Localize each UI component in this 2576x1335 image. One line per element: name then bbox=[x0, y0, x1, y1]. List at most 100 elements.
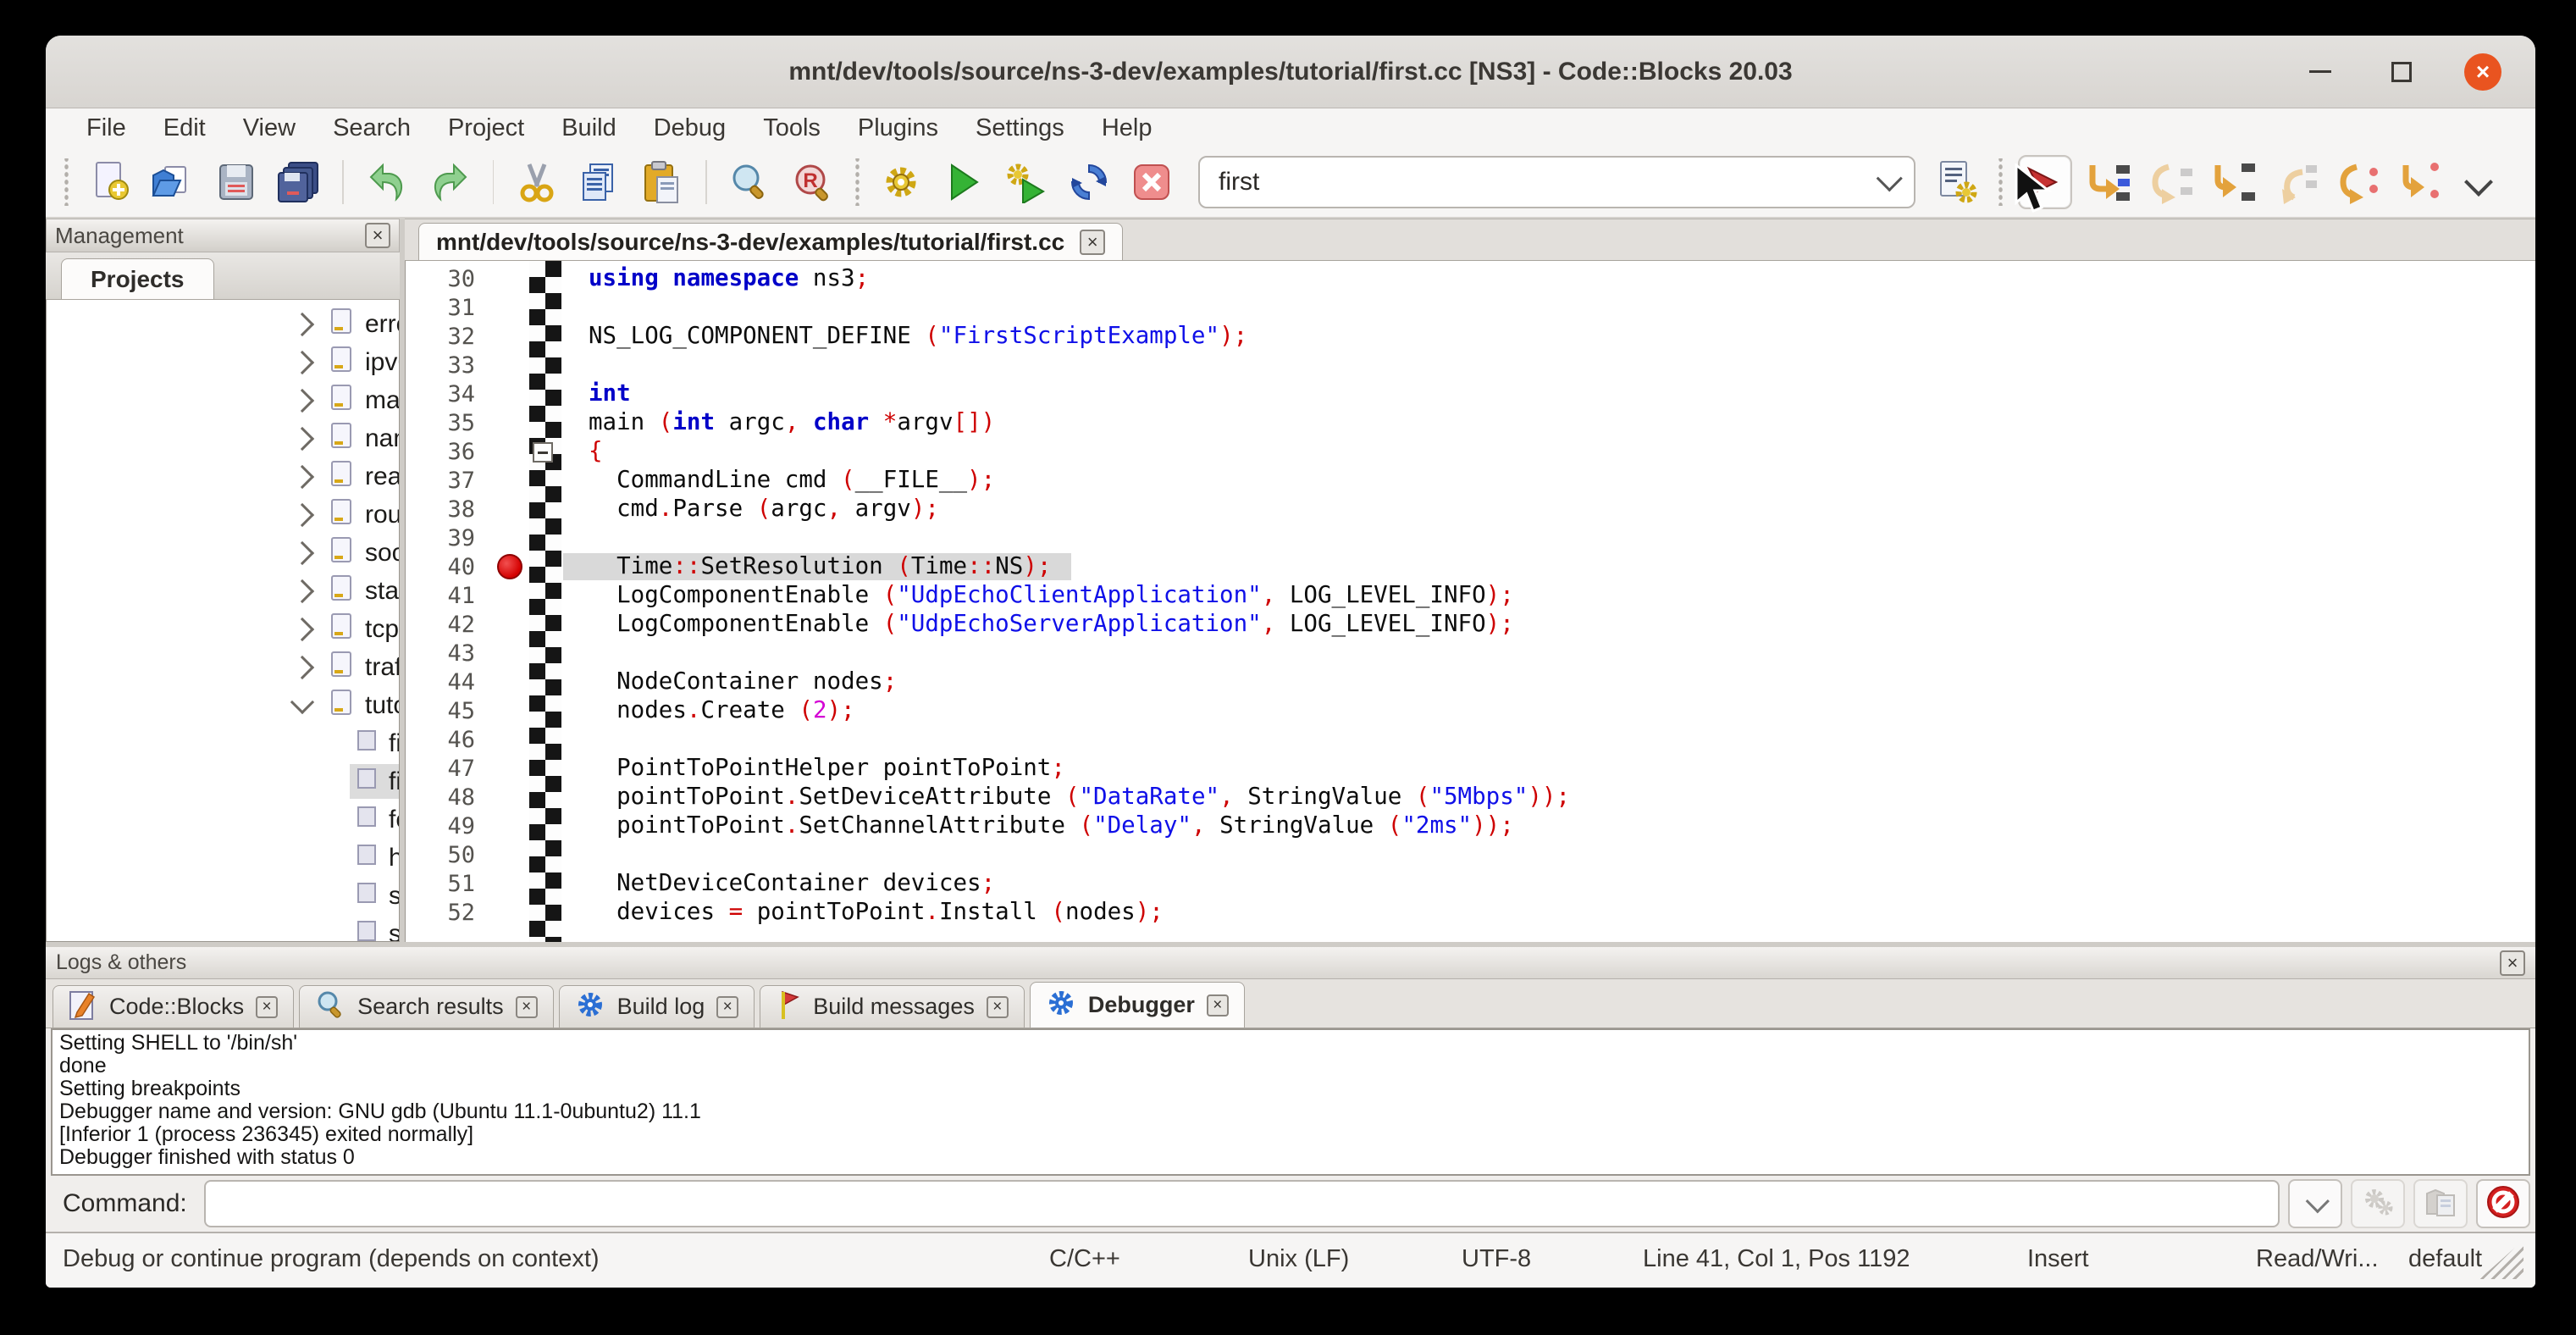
next-line-button[interactable] bbox=[2143, 155, 2197, 209]
line-number[interactable]: 48 bbox=[406, 784, 497, 811]
logs-close-button[interactable]: × bbox=[2500, 950, 2525, 976]
tree-expand-chevron[interactable] bbox=[290, 388, 314, 412]
menu-file[interactable]: File bbox=[68, 113, 145, 144]
tree-expand-chevron[interactable] bbox=[290, 502, 314, 526]
tree-item-fif[interactable]: fif bbox=[47, 724, 399, 762]
command-history-button[interactable] bbox=[2288, 1179, 2342, 1228]
tab-close-button[interactable]: × bbox=[716, 996, 738, 1018]
open-file-button[interactable] bbox=[146, 155, 201, 209]
line-number[interactable]: 30 bbox=[406, 266, 497, 292]
tab-close-button[interactable]: × bbox=[256, 996, 278, 1018]
logs-tab-build-log[interactable]: Build log × bbox=[559, 985, 755, 1028]
tree-item-sock[interactable]: sock bbox=[47, 534, 399, 572]
next-instruction-button[interactable] bbox=[2331, 155, 2385, 209]
menu-view[interactable]: View bbox=[224, 113, 314, 144]
tree-item-fir[interactable]: fir bbox=[47, 762, 399, 800]
cut-button[interactable] bbox=[510, 155, 564, 209]
tree-item-nam[interactable]: nam bbox=[47, 419, 399, 457]
code-line-46[interactable]: 46 bbox=[406, 725, 2535, 754]
titlebar[interactable]: mnt/dev/tools/source/ns-3-dev/examples/t… bbox=[46, 36, 2535, 108]
fold-collapse-marker[interactable] bbox=[533, 442, 553, 463]
line-number[interactable]: 52 bbox=[406, 900, 497, 926]
line-number[interactable]: 41 bbox=[406, 583, 497, 609]
line-number[interactable]: 40 bbox=[406, 554, 497, 580]
line-number[interactable]: 49 bbox=[406, 813, 497, 839]
code-line-42[interactable]: 42 LogComponentEnable ("UdpEchoServerApp… bbox=[406, 610, 2535, 639]
editor-tab-close-button[interactable]: × bbox=[1080, 230, 1105, 255]
breakpoint-marker[interactable] bbox=[497, 554, 522, 579]
debugger-output[interactable]: Setting SHELL to '/bin/sh'doneSetting br… bbox=[51, 1028, 2530, 1176]
debug-tools-button[interactable] bbox=[2351, 1179, 2405, 1228]
code-line-52[interactable]: 52 devices = pointToPoint.Install (nodes… bbox=[406, 898, 2535, 927]
code-line-33[interactable]: 33 bbox=[406, 351, 2535, 379]
code-line-34[interactable]: 34 int bbox=[406, 379, 2535, 408]
menu-plugins[interactable]: Plugins bbox=[839, 113, 957, 144]
tree-item-reall[interactable]: reall bbox=[47, 457, 399, 496]
code-line-40[interactable]: 40 Time::SetResolution (Time::NS); bbox=[406, 552, 2535, 581]
find-button[interactable] bbox=[723, 155, 777, 209]
tab-close-button[interactable]: × bbox=[987, 996, 1009, 1018]
tree-item-he[interactable]: he bbox=[47, 839, 399, 877]
editor-tab-first-cc[interactable]: mnt/dev/tools/source/ns-3-dev/examples/t… bbox=[418, 223, 1123, 260]
paste-button[interactable] bbox=[635, 155, 689, 209]
toolbar-overflow-button[interactable] bbox=[2452, 155, 2505, 209]
save-button[interactable] bbox=[209, 155, 263, 209]
build-target-select[interactable]: first bbox=[1198, 156, 1915, 208]
line-number[interactable]: 47 bbox=[406, 756, 497, 782]
run-button[interactable] bbox=[937, 155, 991, 209]
run-to-cursor-button[interactable] bbox=[2081, 155, 2135, 209]
menu-build[interactable]: Build bbox=[543, 113, 635, 144]
tree-item-stat[interactable]: stat bbox=[47, 572, 399, 610]
line-number[interactable]: 38 bbox=[406, 496, 497, 523]
build-button[interactable] bbox=[874, 155, 928, 209]
tree-item-erro[interactable]: erro bbox=[47, 305, 399, 343]
menu-edit[interactable]: Edit bbox=[145, 113, 224, 144]
tree-item-rout[interactable]: rout bbox=[47, 496, 399, 534]
code-line-31[interactable]: 31 bbox=[406, 293, 2535, 322]
code-line-30[interactable]: 30 using namespace ns3; bbox=[406, 264, 2535, 293]
tree-item-se[interactable]: se bbox=[47, 915, 399, 942]
tree-expand-chevron[interactable] bbox=[290, 464, 314, 488]
menu-settings[interactable]: Settings bbox=[957, 113, 1083, 144]
code-line-32[interactable]: 32 NS_LOG_COMPONENT_DEFINE ("FirstScript… bbox=[406, 322, 2535, 351]
tree-item-ipv6[interactable]: ipv6 bbox=[47, 343, 399, 381]
save-all-button[interactable] bbox=[272, 155, 326, 209]
code-line-50[interactable]: 50 bbox=[406, 840, 2535, 869]
step-out-button[interactable] bbox=[2269, 155, 2323, 209]
line-number[interactable]: 32 bbox=[406, 324, 497, 350]
tree-expand-chevron[interactable] bbox=[290, 312, 314, 335]
tree-item-se[interactable]: se bbox=[47, 877, 399, 915]
toolbar-grip[interactable] bbox=[1995, 158, 2007, 206]
logs-tab-debugger[interactable]: Debugger × bbox=[1030, 982, 1245, 1028]
logs-tab-build-messages[interactable]: Build messages × bbox=[760, 985, 1025, 1028]
redo-button[interactable] bbox=[423, 155, 477, 209]
code-line-36[interactable]: 36 { bbox=[406, 437, 2535, 466]
build-options-button[interactable] bbox=[1932, 155, 1984, 209]
menu-help[interactable]: Help bbox=[1083, 113, 1171, 144]
tree-expand-chevron[interactable] bbox=[290, 579, 314, 602]
line-number[interactable]: 34 bbox=[406, 381, 497, 407]
tab-projects[interactable]: Projects bbox=[61, 258, 214, 299]
code-line-47[interactable]: 47 PointToPointHelper pointToPoint; bbox=[406, 754, 2535, 783]
maximize-button[interactable] bbox=[2383, 53, 2420, 91]
toolbar-grip[interactable] bbox=[61, 158, 73, 206]
resize-grip[interactable] bbox=[2479, 1240, 2523, 1279]
replace-button[interactable]: R bbox=[786, 155, 840, 209]
line-number[interactable]: 51 bbox=[406, 871, 497, 897]
tree-item-mat[interactable]: mat bbox=[47, 381, 399, 419]
line-number[interactable]: 35 bbox=[406, 410, 497, 436]
line-number[interactable]: 39 bbox=[406, 525, 497, 551]
rebuild-button[interactable] bbox=[1062, 155, 1116, 209]
undo-button[interactable] bbox=[360, 155, 414, 209]
debug-continue-button[interactable] bbox=[2018, 155, 2072, 209]
line-number[interactable]: 36 bbox=[406, 439, 497, 465]
menu-debug[interactable]: Debug bbox=[635, 113, 744, 144]
code-line-41[interactable]: 41 LogComponentEnable ("UdpEchoClientApp… bbox=[406, 581, 2535, 610]
line-number[interactable]: 33 bbox=[406, 352, 497, 379]
line-number[interactable]: 50 bbox=[406, 842, 497, 868]
tree-expand-chevron[interactable] bbox=[290, 617, 314, 640]
tree-item-tcp[interactable]: tcp bbox=[47, 610, 399, 648]
line-number[interactable]: 42 bbox=[406, 612, 497, 638]
line-number[interactable]: 45 bbox=[406, 698, 497, 724]
code-line-44[interactable]: 44 NodeContainer nodes; bbox=[406, 668, 2535, 696]
